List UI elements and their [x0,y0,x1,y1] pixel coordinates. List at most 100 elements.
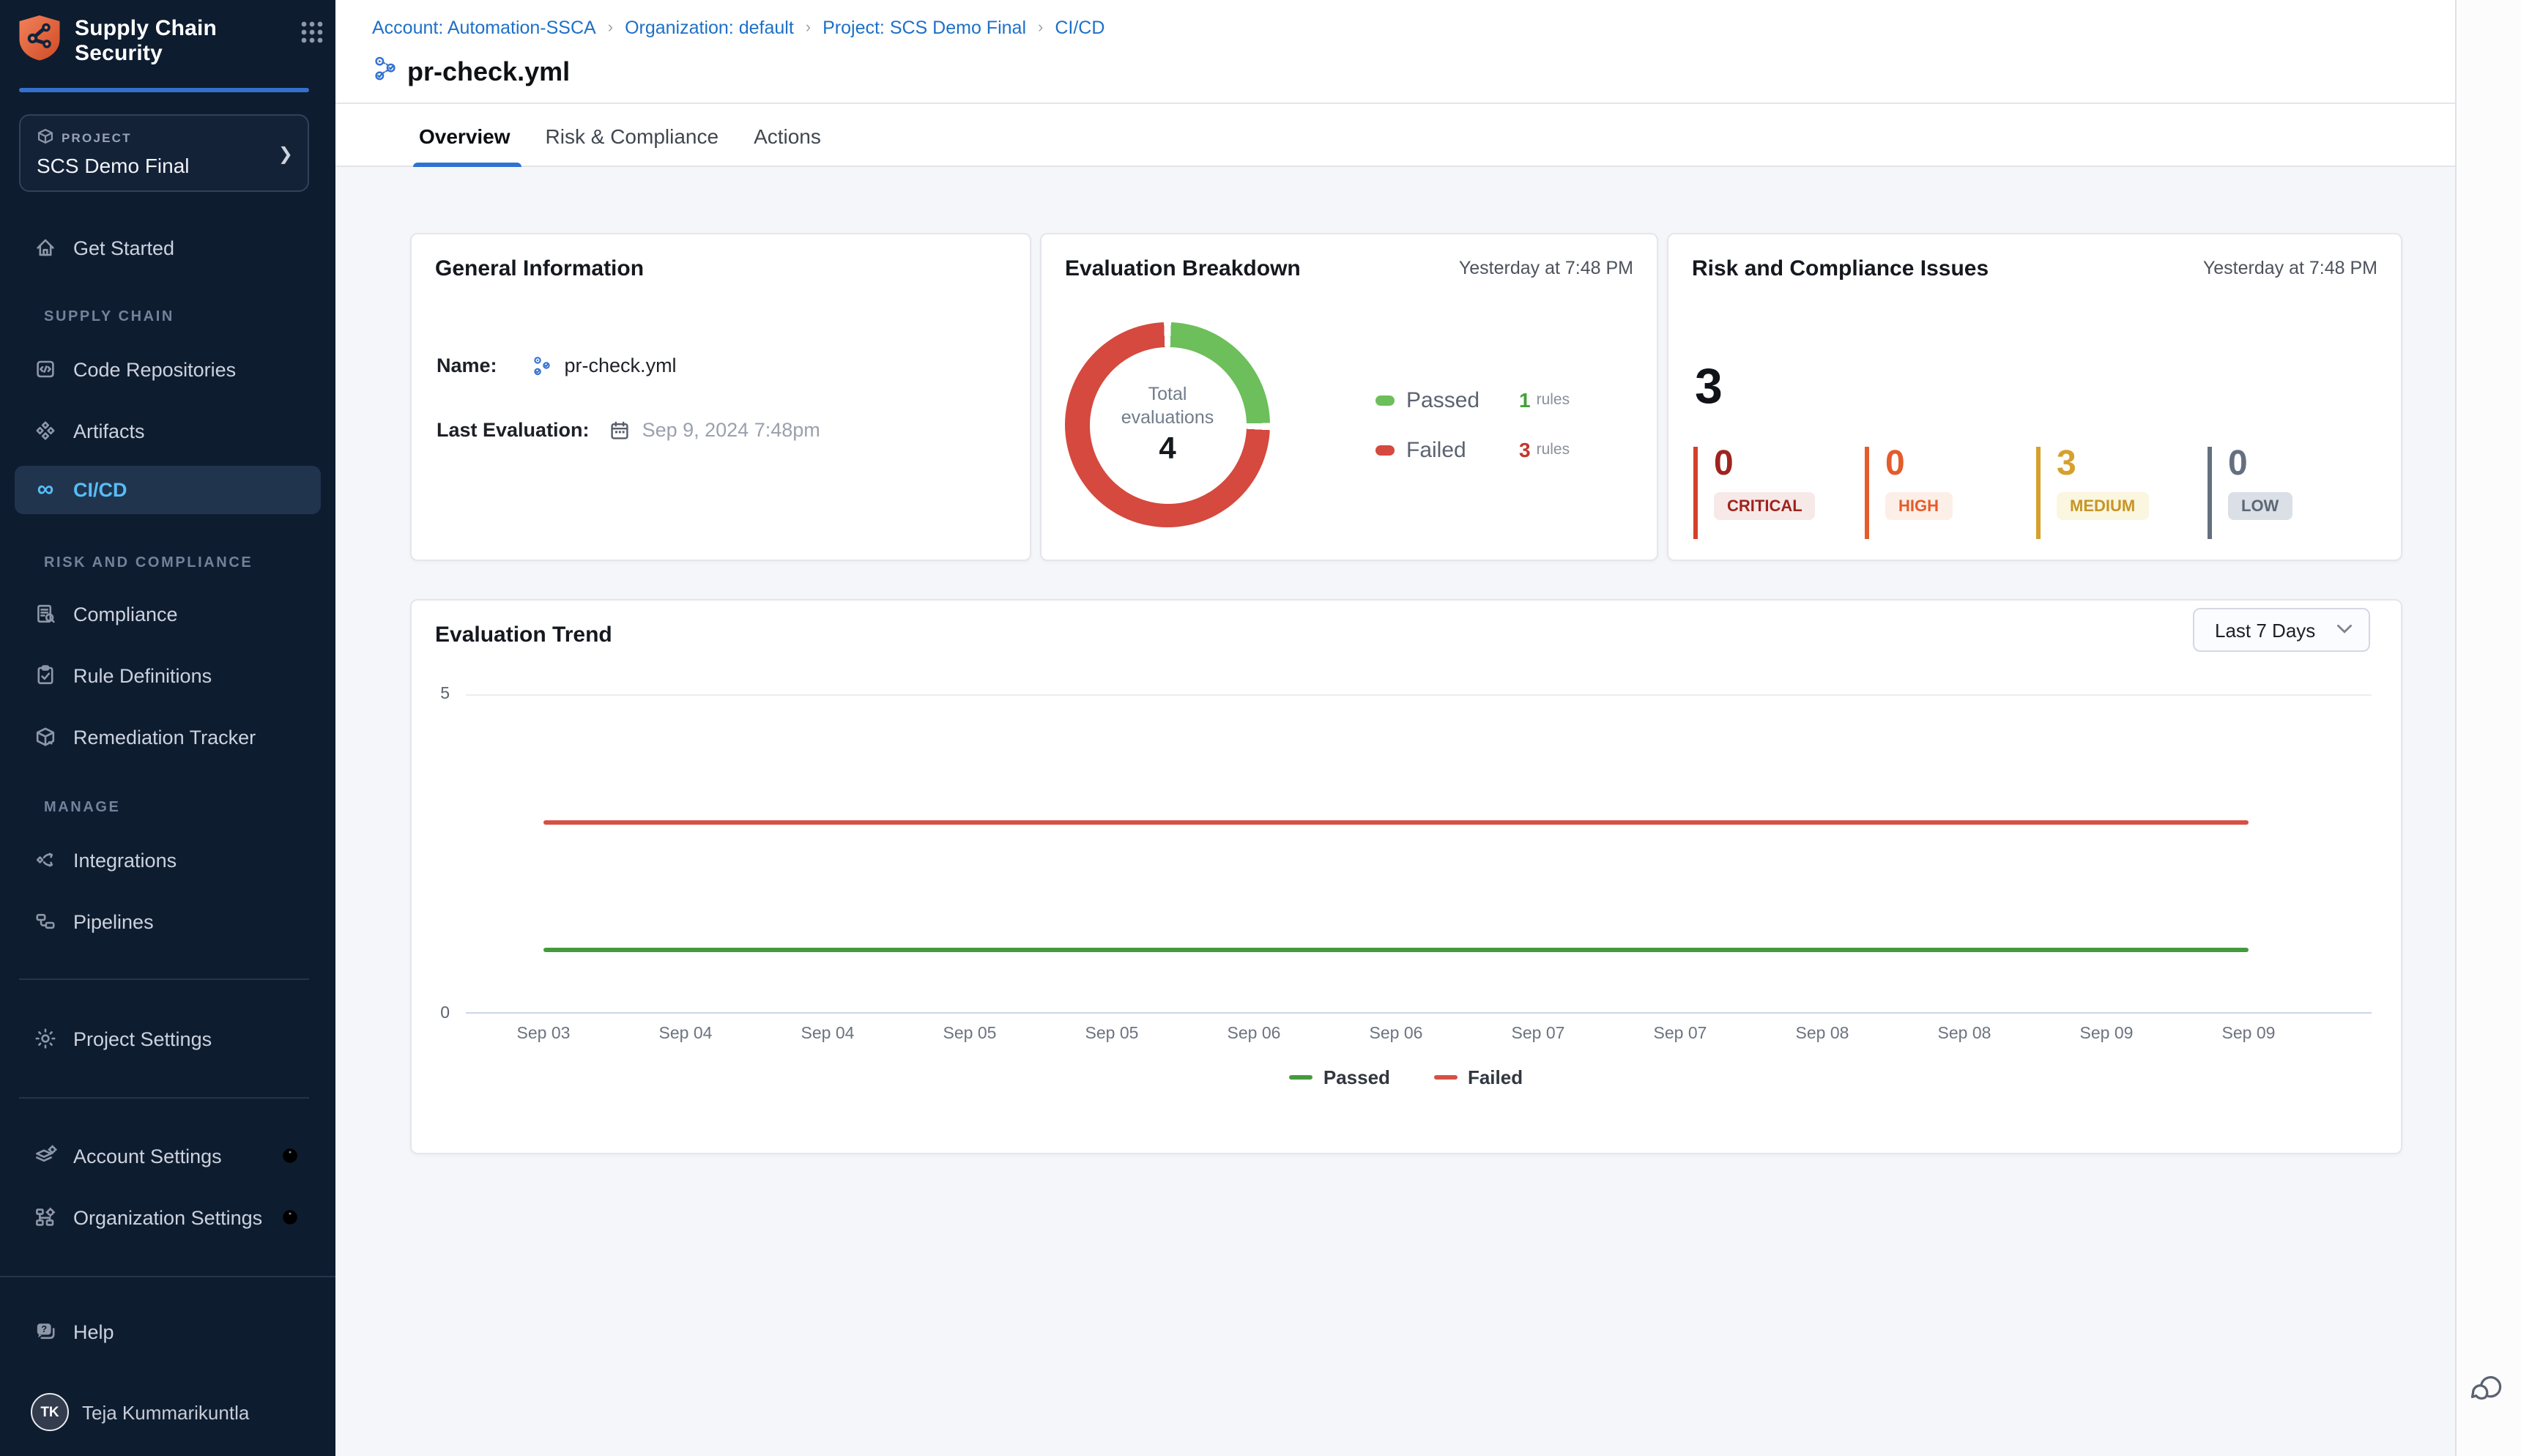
sidebar-item-label: Compliance [73,603,178,625]
x-axis-line [466,1012,2372,1014]
donut-center-label: Total [1148,382,1187,406]
sidebar-accent-divider [19,88,309,92]
sidebar-item-remediation-tracker[interactable]: Remediation Tracker [0,718,335,756]
x-tick: Sep 03 [517,1025,571,1043]
module-grid-icon[interactable] [297,18,327,47]
x-tick: Sep 07 [1654,1025,1707,1043]
sidebar-item-label: Code Repositories [73,358,236,380]
legend-passed-label: Passed [1323,1066,1390,1088]
sidebar-item-label: Account Settings [73,1145,222,1167]
legend-row-passed: Passed 1 rules [1375,385,1570,415]
sidebar-item-pipelines[interactable]: Pipelines [0,902,335,940]
chevron-down-icon [2336,622,2353,638]
tab-overview[interactable]: Overview [419,104,510,167]
sidebar-item-integrations[interactable]: Integrations [0,841,335,879]
severity-medium: 3 MEDIUM [2036,447,2148,539]
x-tick: Sep 07 [1512,1025,1565,1043]
project-selector[interactable]: PROJECT SCS Demo Final ❯ [19,114,309,192]
breadcrumb-organization[interactable]: Organization: default [625,18,794,38]
evaluation-trend-card: Evaluation Trend Last 7 Days 5 0 Sep 03 … [410,599,2402,1154]
medium-count: 3 [2057,447,2148,482]
tab-risk-compliance[interactable]: Risk & Compliance [546,104,719,167]
compliance-doc-icon [34,602,57,625]
layers-gear-icon [34,1144,57,1167]
artifacts-icon [34,419,57,442]
date-range-value: Last 7 Days [2215,619,2315,641]
critical-count: 0 [1714,447,1816,482]
low-count: 0 [2228,447,2292,482]
page-title: pr-check.yml [407,57,570,88]
pipeline-file-icon [372,56,398,89]
passed-legend-swatch [1375,395,1395,405]
legend-failed: Failed [1434,1066,1523,1088]
sidebar-item-get-started[interactable]: Get Started [0,229,335,267]
breadcrumb-separator: › [608,19,613,37]
sidebar-item-label: Artifacts [73,420,145,442]
rules-suffix: rules [1537,441,1570,458]
severity-low: 0 LOW [2208,447,2292,539]
total-issues-count: 3 [1695,359,1723,416]
failed-rules-count: 3 [1519,438,1531,461]
evaluation-breakdown-card: Evaluation Breakdown Yesterday at 7:48 P… [1040,233,1658,561]
general-information-card: General Information Name: pr-check.yml L… [410,233,1031,561]
donut-center-value: 4 [1159,432,1176,467]
sidebar-item-account-settings[interactable]: Account Settings [0,1137,335,1175]
severity-high: 0 HIGH [1865,447,1952,539]
x-tick: Sep 09 [2080,1025,2134,1043]
sidebar-section-manage: MANAGE [44,800,121,816]
passed-rules-count: 1 [1519,388,1531,412]
breadcrumb-separator: › [1038,19,1043,37]
package-box-icon [34,725,57,749]
sidebar-item-label: Organization Settings [73,1206,262,1228]
last-evaluation-label: Last Evaluation: [437,419,590,441]
gear-icon [34,1027,57,1050]
chart-legend: Passed Failed [412,1066,2401,1088]
user-avatar[interactable]: TK [31,1393,69,1431]
pipelines-icon [34,910,57,933]
breadcrumb-cicd[interactable]: CI/CD [1055,18,1104,38]
x-tick: Sep 06 [1228,1025,1281,1043]
sidebar-item-compliance[interactable]: Compliance [0,595,335,633]
name-value: pr-check.yml [565,354,677,376]
breadcrumb-project[interactable]: Project: SCS Demo Final [823,18,1026,38]
breadcrumb-account[interactable]: Account: Automation-SSCA [372,18,596,38]
sidebar-item-cicd[interactable]: ∞ CI/CD [15,466,321,514]
sidebar-divider [0,1276,335,1277]
sidebar-item-organization-settings[interactable]: Organization Settings [0,1198,335,1236]
x-tick: Sep 05 [1085,1025,1139,1043]
failed-line-swatch [1434,1075,1458,1080]
sidebar-item-project-settings[interactable]: Project Settings [0,1019,335,1058]
breadcrumb: Account: Automation-SSCA › Organization:… [372,18,1104,38]
passed-line-swatch [1290,1075,1313,1080]
app-window: Supply Chain Security PROJECT SCS Dem [0,0,2521,1456]
legend-failed-label: Failed [1468,1066,1523,1088]
calendar-icon [610,420,631,440]
sidebar-item-rule-definitions[interactable]: Rule Definitions [0,656,335,694]
donut-center-label: evaluations [1121,406,1214,429]
sidebar-section-supply-chain: SUPPLY CHAIN [44,309,174,325]
card-title: Evaluation Breakdown [1065,256,1301,281]
tab-actions[interactable]: Actions [754,104,821,167]
info-icon[interactable] [280,1207,300,1227]
x-tick: Sep 05 [943,1025,997,1043]
low-badge: LOW [2228,492,2292,520]
card-title: Risk and Compliance Issues [1692,256,1989,281]
sidebar-item-label: Rule Definitions [73,664,212,686]
chat-support-icon[interactable] [2468,1374,2503,1406]
date-range-select[interactable]: Last 7 Days [2193,608,2370,652]
sidebar-item-code-repositories[interactable]: Code Repositories [0,350,335,388]
sidebar-item-label: Help [73,1321,114,1342]
high-badge: HIGH [1885,492,1952,520]
sidebar: Supply Chain Security PROJECT SCS Dem [0,0,335,1456]
sidebar-divider [19,1097,309,1099]
sidebar-item-artifacts[interactable]: Artifacts [0,412,335,450]
user-name[interactable]: Teja Kummarikuntla [82,1402,249,1424]
passed-series-line [543,948,2249,951]
sidebar-item-help[interactable]: ? Help [0,1312,335,1351]
page-header: Account: Automation-SSCA › Organization:… [335,0,2455,104]
project-selector-name: SCS Demo Final [37,154,292,177]
info-icon[interactable] [280,1145,300,1166]
x-tick: Sep 06 [1370,1025,1423,1043]
x-tick: Sep 08 [1938,1025,1991,1043]
project-selector-label: PROJECT [62,130,132,145]
